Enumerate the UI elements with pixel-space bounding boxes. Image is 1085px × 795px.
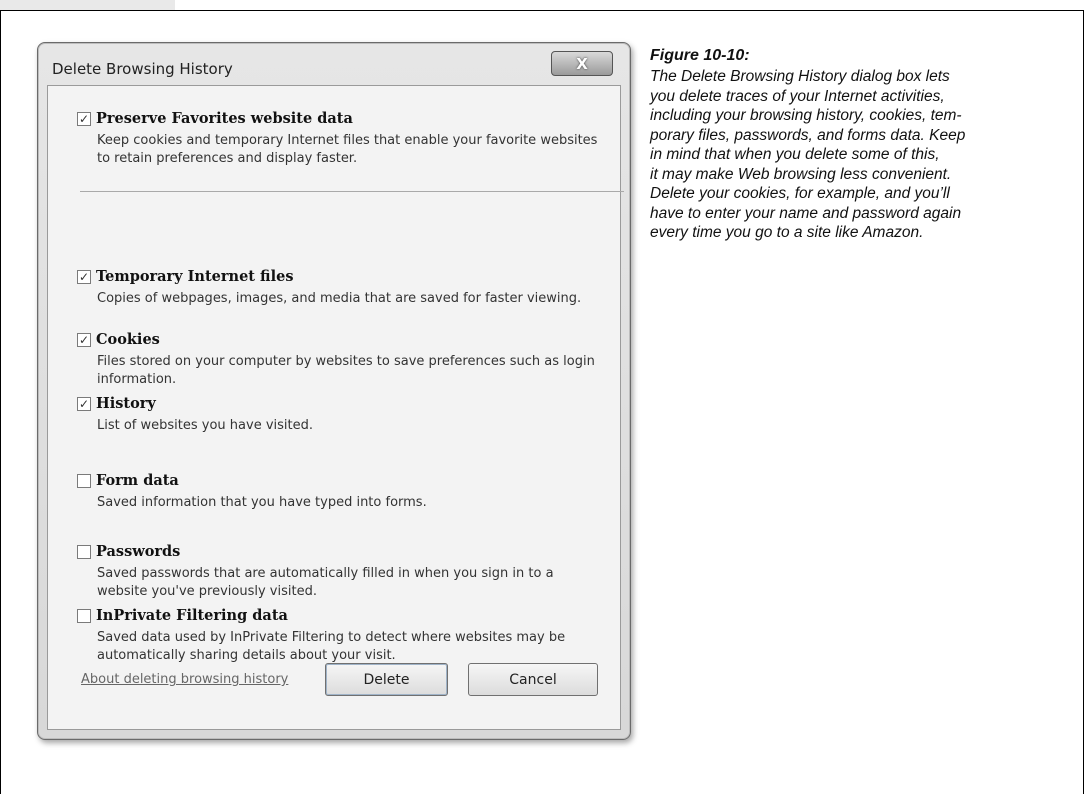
checkmark-icon: ✓: [78, 112, 90, 126]
checkmark-icon: ✓: [78, 397, 90, 411]
caption-line: Delete your cookies, for example, and yo…: [650, 185, 950, 202]
cancel-button[interactable]: Cancel: [468, 663, 598, 696]
option-label[interactable]: History: [96, 395, 156, 412]
checkbox-temporary-internet-files[interactable]: ✓: [77, 270, 91, 284]
caption-line: in mind that when you delete some of thi…: [650, 146, 940, 163]
page-header-tab: [0, 0, 175, 10]
option-description: Saved data used by InPrivate Filtering t…: [97, 630, 566, 663]
checkbox-form-data[interactable]: [77, 474, 91, 488]
checkbox-inprivate-filtering-data[interactable]: [77, 609, 91, 623]
option-description: List of websites you have visited.: [97, 418, 314, 433]
option-label[interactable]: InPrivate Filtering data: [96, 607, 288, 624]
caption-line: including your browsing history, cookies…: [650, 107, 962, 124]
caption-line: porary files, passwords, and forms data.…: [650, 126, 966, 144]
option-description: Copies of webpages, images, and media th…: [97, 291, 582, 306]
caption-line: have to enter your name and password aga…: [650, 204, 962, 222]
figure-caption-title: Figure 10-10:: [650, 47, 750, 64]
option-label[interactable]: Preserve Favorites website data: [96, 110, 353, 127]
option-description: Saved information that you have typed in…: [97, 495, 427, 510]
checkbox-preserve-favorites[interactable]: ✓: [77, 112, 91, 126]
caption-line: The Delete Browsing History dialog box l…: [650, 68, 950, 85]
caption-line: it may make Web browsing less convenient…: [650, 165, 952, 183]
caption-line: every time you go to a site like Amazon.: [650, 224, 924, 241]
close-icon: X: [576, 54, 588, 73]
dialog-content: ✓ Preserve Favorites website data Keep c…: [47, 85, 621, 730]
checkmark-icon: ✓: [78, 270, 90, 284]
caption-line: you delete traces of your Internet activ…: [650, 87, 945, 105]
option-description: Files stored on your computer by website…: [97, 354, 595, 387]
checkbox-history[interactable]: ✓: [77, 397, 91, 411]
close-button[interactable]: X: [551, 51, 613, 76]
option-label[interactable]: Form data: [96, 472, 179, 489]
delete-button[interactable]: Delete: [325, 663, 448, 696]
checkbox-passwords[interactable]: [77, 545, 91, 559]
option-label[interactable]: Temporary Internet files: [96, 268, 294, 285]
about-deleting-history-link[interactable]: About deleting browsing history: [81, 672, 288, 687]
delete-browsing-history-dialog: Delete Browsing History X ✓ Preserve Fav…: [37, 42, 631, 740]
option-description: Saved passwords that are automatically f…: [97, 566, 554, 599]
figure-caption-body: The Delete Browsing History dialog box l…: [650, 67, 1055, 243]
checkbox-cookies[interactable]: ✓: [77, 333, 91, 347]
dialog-title: Delete Browsing History: [52, 60, 233, 78]
option-label[interactable]: Passwords: [96, 543, 180, 560]
checkmark-icon: ✓: [78, 333, 90, 347]
option-description: Keep cookies and temporary Internet file…: [97, 133, 598, 166]
options-divider: [80, 191, 624, 192]
option-label[interactable]: Cookies: [96, 331, 160, 348]
